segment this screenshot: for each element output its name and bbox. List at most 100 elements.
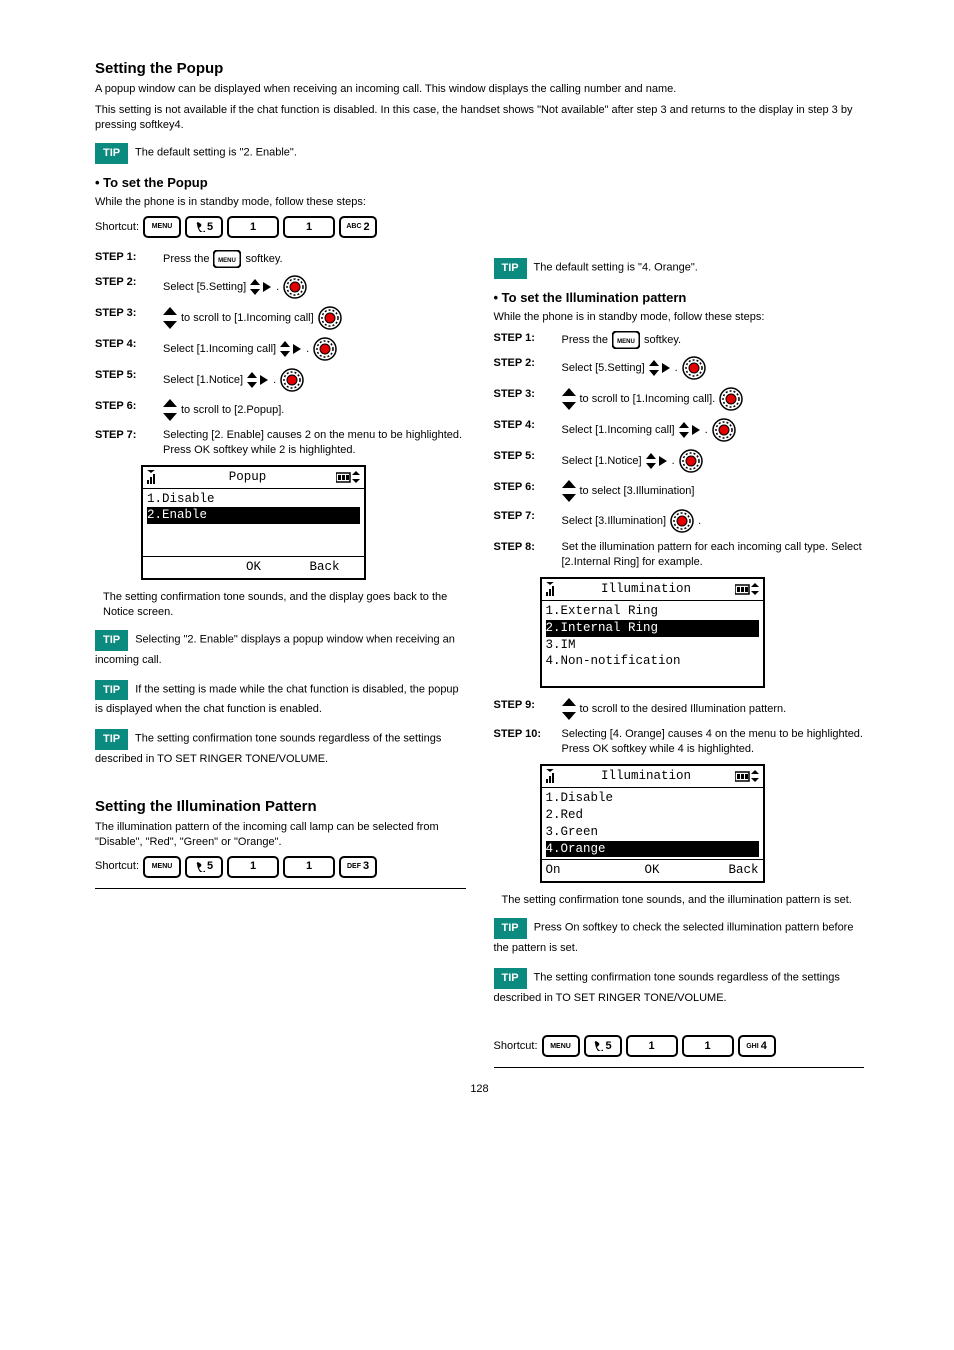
illum-subtitle: • To set the Illumination pattern xyxy=(494,289,865,307)
popup-step-4: STEP 4: Select [1.Incoming call] . xyxy=(95,337,466,361)
tip-badge: TIP xyxy=(494,258,527,279)
tip-badge: TIP xyxy=(494,918,527,939)
illum-step-4: STEP 4: Select [1.Incoming call] . xyxy=(494,418,865,442)
shortcut-label: Shortcut: xyxy=(95,859,139,874)
popup-step-2: STEP 2: Select [5.Setting] . xyxy=(95,275,466,299)
enter-icon xyxy=(283,275,307,299)
key-5-icon: 5 xyxy=(185,216,223,238)
tip-tone-2: The setting confirmation tone sounds reg… xyxy=(494,971,840,1004)
ok-button[interactable]: OK xyxy=(218,559,289,576)
tip-on: Press On softkey to check the selected i… xyxy=(494,921,854,954)
back-button[interactable]: Back xyxy=(688,862,759,879)
tip-badge: TIP xyxy=(95,680,128,701)
key-abc2-icon: ABC2 xyxy=(339,216,377,238)
key-1a-icon: 1 xyxy=(227,216,279,238)
key-1a-icon: 1 xyxy=(626,1035,678,1057)
illum-shortcut-2: Shortcut: MENU 5 1 1 GHI4 xyxy=(494,1035,865,1057)
ok-button[interactable]: OK xyxy=(617,862,688,879)
illum-confirm: The setting confirmation tone sounds, an… xyxy=(502,893,865,908)
popup-step-5: STEP 5: Select [1.Notice] . xyxy=(95,368,466,392)
menu-key-icon xyxy=(612,331,640,349)
menu-key-icon: MENU xyxy=(143,216,181,238)
signal-icon xyxy=(546,769,558,783)
shortcut-label: Shortcut: xyxy=(494,1039,538,1054)
popup-screen: Popup 1.Disable 2.Enable OK Back xyxy=(141,465,366,581)
battery-icon xyxy=(336,471,352,484)
illum-shortcut: Shortcut: MENU 5 1 1 DEF3 xyxy=(95,856,466,878)
updown-play-icon xyxy=(649,360,671,376)
list-item[interactable]: 1.Disable xyxy=(546,790,759,807)
updown-play-icon xyxy=(250,279,272,295)
key-5-icon: 5 xyxy=(584,1035,622,1057)
updown-play-icon xyxy=(280,341,302,357)
updown-play-icon xyxy=(646,453,668,469)
shortcut-label: Shortcut: xyxy=(95,220,139,235)
key-def3-icon: DEF3 xyxy=(339,856,377,878)
updown-tiny-icon xyxy=(751,583,759,595)
updown-tiny-icon xyxy=(352,471,360,483)
battery-icon xyxy=(735,583,751,596)
updown-icon xyxy=(562,388,576,410)
popup-step-6: STEP 6: to scroll to [2.Popup]. xyxy=(95,399,466,421)
popup-intro-1: A popup window can be displayed when rec… xyxy=(95,82,864,97)
popup-confirm: The setting confirmation tone sounds, an… xyxy=(103,590,466,620)
popup-steps-intro: While the phone is in standby mode, foll… xyxy=(95,195,864,210)
list-item[interactable]: 1.Disable xyxy=(147,491,360,508)
tip-badge: TIP xyxy=(95,630,128,651)
updown-icon xyxy=(163,307,177,329)
tip-default-popup: The default setting is "2. Enable". xyxy=(135,146,297,158)
tip-chat: If the setting is made while the chat fu… xyxy=(95,683,459,716)
illum-step-7: STEP 7: Select [3.Illumination] . xyxy=(494,509,865,533)
list-item[interactable]: 3.Green xyxy=(546,824,759,841)
popup-step-3: STEP 3: to scroll to [1.Incoming call] xyxy=(95,306,466,330)
list-item[interactable]: 2.Red xyxy=(546,807,759,824)
tip-default-illum: The default setting is "4. Orange". xyxy=(533,261,697,273)
updown-icon xyxy=(562,698,576,720)
back-button[interactable]: Back xyxy=(289,559,360,576)
illum-step-6: STEP 6: to select [3.Illumination] xyxy=(494,480,865,502)
list-item[interactable]: 4.Non-notification xyxy=(546,653,759,670)
signal-icon xyxy=(147,470,159,484)
illum-step-2: STEP 2: Select [5.Setting] . xyxy=(494,356,865,380)
key-1b-icon: 1 xyxy=(283,856,335,878)
enter-icon xyxy=(679,449,703,473)
illum-step-1: STEP 1: Press the softkey. xyxy=(494,331,865,349)
illum-step-3: STEP 3: to scroll to [1.Incoming call]. xyxy=(494,387,865,411)
list-item[interactable]: 4.Orange xyxy=(546,841,759,858)
enter-icon xyxy=(280,368,304,392)
right-column: TIP The default setting is "4. Orange". … xyxy=(494,248,865,1068)
popup-step-1: STEP 1: Press the softkey. xyxy=(95,250,466,268)
illum-screen-1: Illumination 1.External Ring 2.Internal … xyxy=(540,577,765,688)
tip-badge: TIP xyxy=(95,729,128,750)
enter-icon xyxy=(313,337,337,361)
page-number: 128 xyxy=(95,1082,864,1097)
illum-step-10: STEP 10: Selecting [4. Orange] causes 4 … xyxy=(494,727,865,757)
tip-tone: The setting confirmation tone sounds reg… xyxy=(95,733,441,766)
enter-icon xyxy=(712,418,736,442)
popup-title: Setting the Popup xyxy=(95,59,864,79)
illum-step-8: STEP 8: Set the illumination pattern for… xyxy=(494,540,865,570)
popup-subtitle: • To set the Popup xyxy=(95,174,864,192)
list-item[interactable]: 2.Enable xyxy=(147,507,360,524)
key-1b-icon: 1 xyxy=(682,1035,734,1057)
menu-key-icon xyxy=(213,250,241,268)
updown-tiny-icon xyxy=(751,770,759,782)
left-column: STEP 1: Press the softkey. STEP 2: Selec… xyxy=(95,248,466,889)
on-button[interactable]: On xyxy=(546,862,617,879)
list-item[interactable]: 2.Internal Ring xyxy=(546,620,759,637)
list-item[interactable]: 1.External Ring xyxy=(546,603,759,620)
key-ghi4-icon: GHI4 xyxy=(738,1035,776,1057)
enter-icon xyxy=(670,509,694,533)
illum-intro: The illumination pattern of the incoming… xyxy=(95,820,466,850)
illum-steps-intro: While the phone is in standby mode, foll… xyxy=(494,310,865,325)
updown-icon xyxy=(163,399,177,421)
key-1b-icon: 1 xyxy=(283,216,335,238)
signal-icon xyxy=(546,582,558,596)
battery-icon xyxy=(735,770,751,783)
illum-screen-2: Illumination 1.Disable 2.Red 3.Green 4.O… xyxy=(540,764,765,883)
illum-step-9: STEP 9: to scroll to the desired Illumin… xyxy=(494,698,865,720)
enter-icon xyxy=(318,306,342,330)
popup-shortcut: Shortcut: MENU 5 1 1 ABC2 xyxy=(95,216,864,238)
list-item[interactable]: 3.IM xyxy=(546,637,759,654)
popup-intro-2: This setting is not available if the cha… xyxy=(95,103,864,133)
